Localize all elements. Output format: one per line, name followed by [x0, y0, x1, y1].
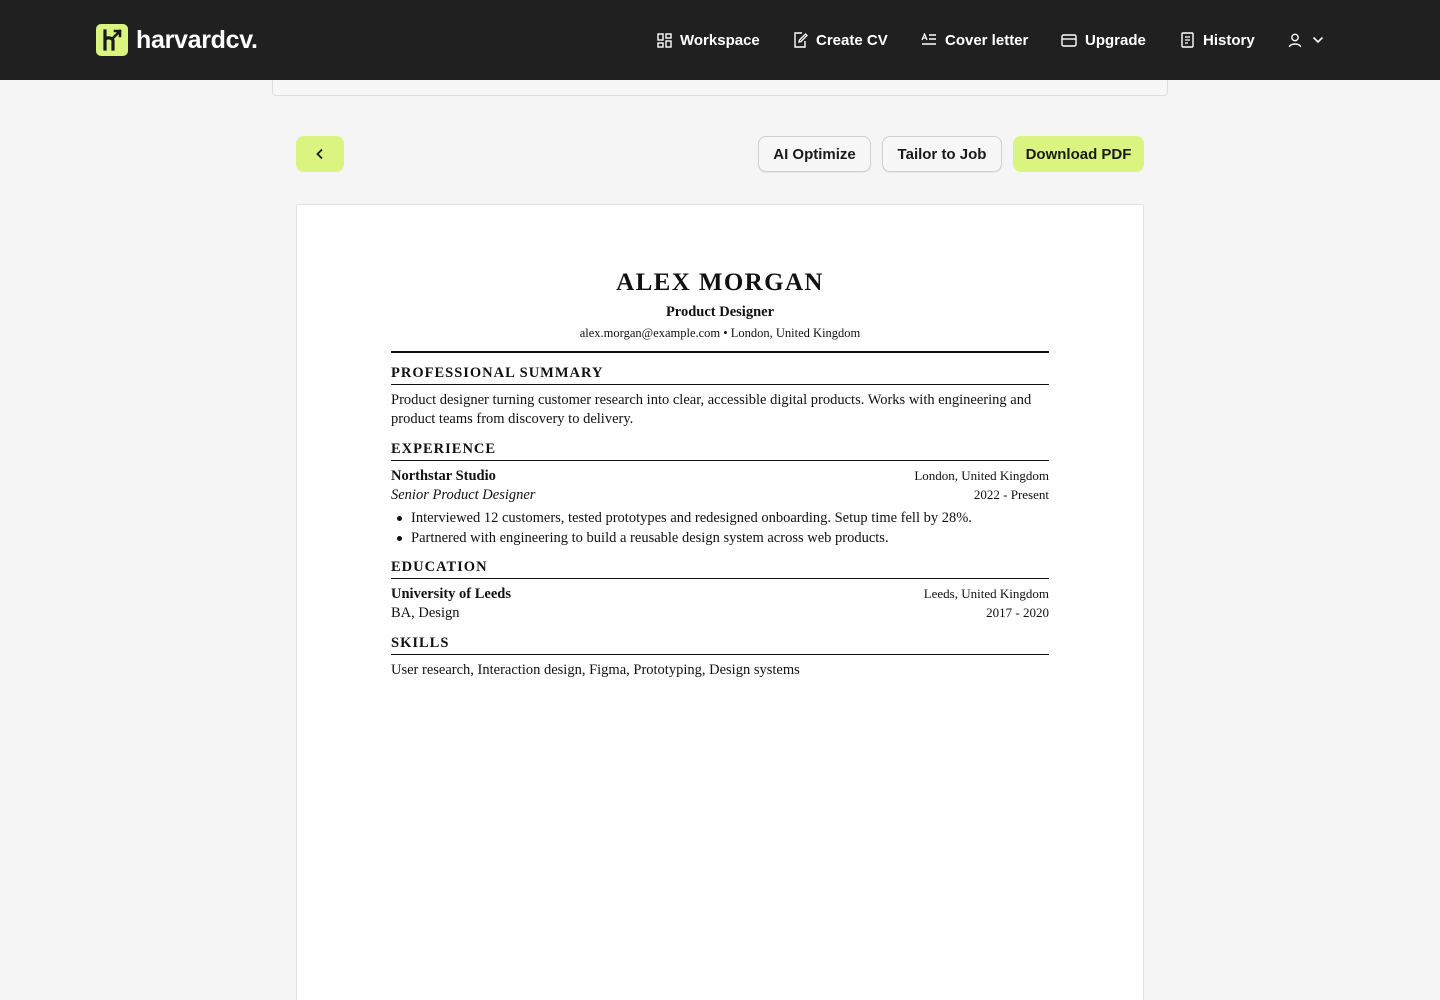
cv-name: ALEX MORGAN: [616, 269, 824, 296]
edit-document-icon: [794, 32, 808, 48]
education-school: University of Leeds: [391, 586, 512, 602]
education-row-school: University of Leeds Leeds, United Kingdo…: [391, 586, 1049, 606]
education-heading: EDUCATION: [391, 559, 1049, 579]
summary-line-2: product teams from discovery to delivery…: [391, 411, 634, 427]
ai-optimize-button[interactable]: AI Optimize: [758, 136, 871, 172]
experience-title: Senior Product Designer: [391, 487, 536, 503]
education-dates: 2017 - 2020: [986, 605, 1049, 620]
document-list-icon: [1181, 32, 1194, 48]
user-icon: [1288, 33, 1302, 47]
nav-history[interactable]: History: [1180, 28, 1255, 52]
experience-location: London, United Kingdom: [914, 468, 1049, 483]
skills-heading: SKILLS: [391, 635, 1049, 655]
harvardcv-logo-icon: [96, 24, 128, 56]
education-row-degree: BA, Design 2017 - 2020: [391, 605, 1049, 625]
experience-heading: EXPERIENCE: [391, 441, 1049, 461]
nav-create-cv[interactable]: Create CV: [793, 28, 888, 52]
cv-header-divider: [391, 351, 1049, 353]
experience-row-company: Northstar Studio London, United Kingdom: [391, 468, 1049, 488]
experience-bullet: Interviewed 12 customers, tested prototy…: [391, 508, 1049, 528]
user-menu-button[interactable]: [1288, 28, 1324, 52]
tailor-to-job-button[interactable]: Tailor to Job: [882, 136, 1002, 172]
education-degree: BA, Design: [391, 605, 460, 621]
nav-upgrade-label: Upgrade: [1085, 31, 1146, 49]
nav-history-label: History: [1203, 31, 1255, 49]
nav-cover-letter-label: Cover letter: [945, 31, 1029, 49]
education-location: Leeds, United Kingdom: [923, 586, 1049, 601]
experience-bullet: Partnered with engineering to build a re…: [391, 528, 1049, 548]
cv-role: Product Designer: [665, 304, 775, 320]
top-navigation-bar: harvardcv. Workspace Create CV Cover let…: [0, 0, 1440, 80]
nav-create-cv-label: Create CV: [816, 31, 888, 49]
dashboard-grid-icon: [657, 32, 672, 48]
nav-cover-letter[interactable]: Cover letter: [921, 28, 1028, 52]
skills-list: User research, Interaction design, Figma…: [391, 662, 800, 678]
brand-name: harvardcv.: [136, 25, 258, 54]
nav-upgrade[interactable]: Upgrade: [1061, 28, 1146, 52]
credit-card-icon: [1061, 33, 1077, 47]
text-lines-icon: [921, 33, 936, 45]
experience-row-title: Senior Product Designer 2022 - Present: [391, 487, 1049, 507]
cv-contact: alex.morgan@example.com • London, United…: [579, 326, 861, 340]
summary-line-1: Product designer turning customer resear…: [391, 392, 1032, 408]
summary-heading: PROFESSIONAL SUMMARY: [391, 365, 1049, 385]
chevron-down-icon: [1312, 36, 1324, 44]
back-button[interactable]: [296, 136, 344, 172]
brand-logo-link[interactable]: harvardcv.: [96, 24, 258, 56]
nav-workspace-label: Workspace: [680, 31, 760, 49]
nav-workspace[interactable]: Workspace: [657, 28, 760, 52]
download-pdf-button[interactable]: Download PDF: [1013, 136, 1144, 172]
experience-bullets: Interviewed 12 customers, tested prototy…: [391, 508, 1049, 548]
back-chevron-icon: [316, 148, 323, 160]
experience-company: Northstar Studio: [391, 468, 496, 484]
cv-preview-paper: ALEX MORGAN Product Designer alex.morgan…: [296, 204, 1144, 1000]
experience-dates: 2022 - Present: [973, 487, 1049, 502]
